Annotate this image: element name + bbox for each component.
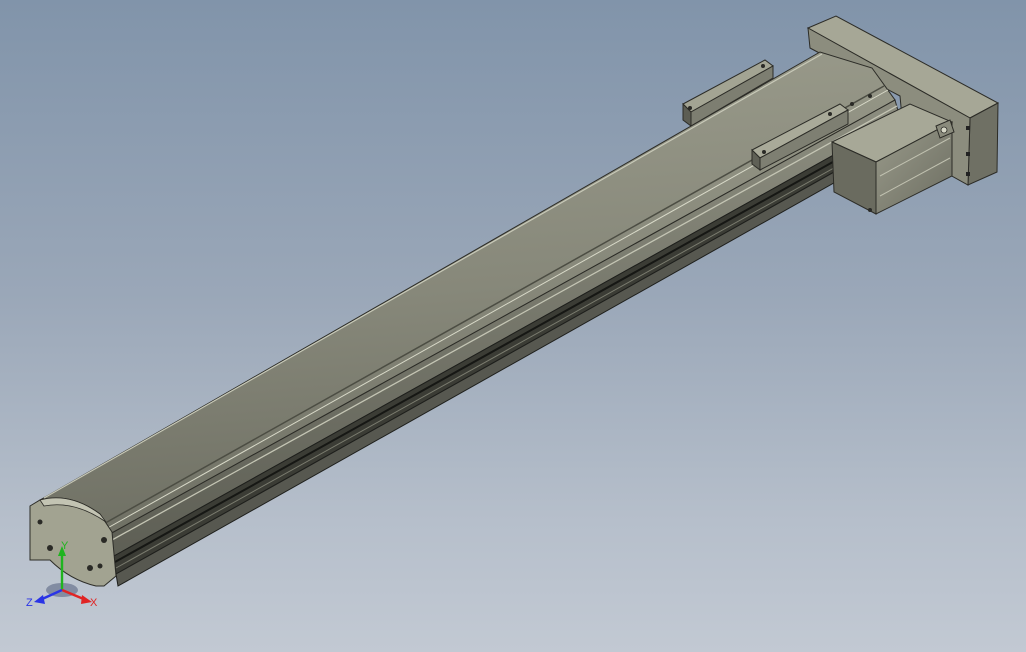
z-axis-arrowhead [34,595,45,604]
orientation-triad: Y X Z [26,540,98,609]
linear-actuator-model[interactable] [0,0,1026,652]
y-axis-label: Y [61,540,69,552]
cad-viewport[interactable]: Y X Z [0,0,1026,652]
profile-body [39,51,896,535]
z-axis-label: Z [26,597,33,609]
x-axis-label: X [90,597,98,609]
side-rail [109,99,904,587]
